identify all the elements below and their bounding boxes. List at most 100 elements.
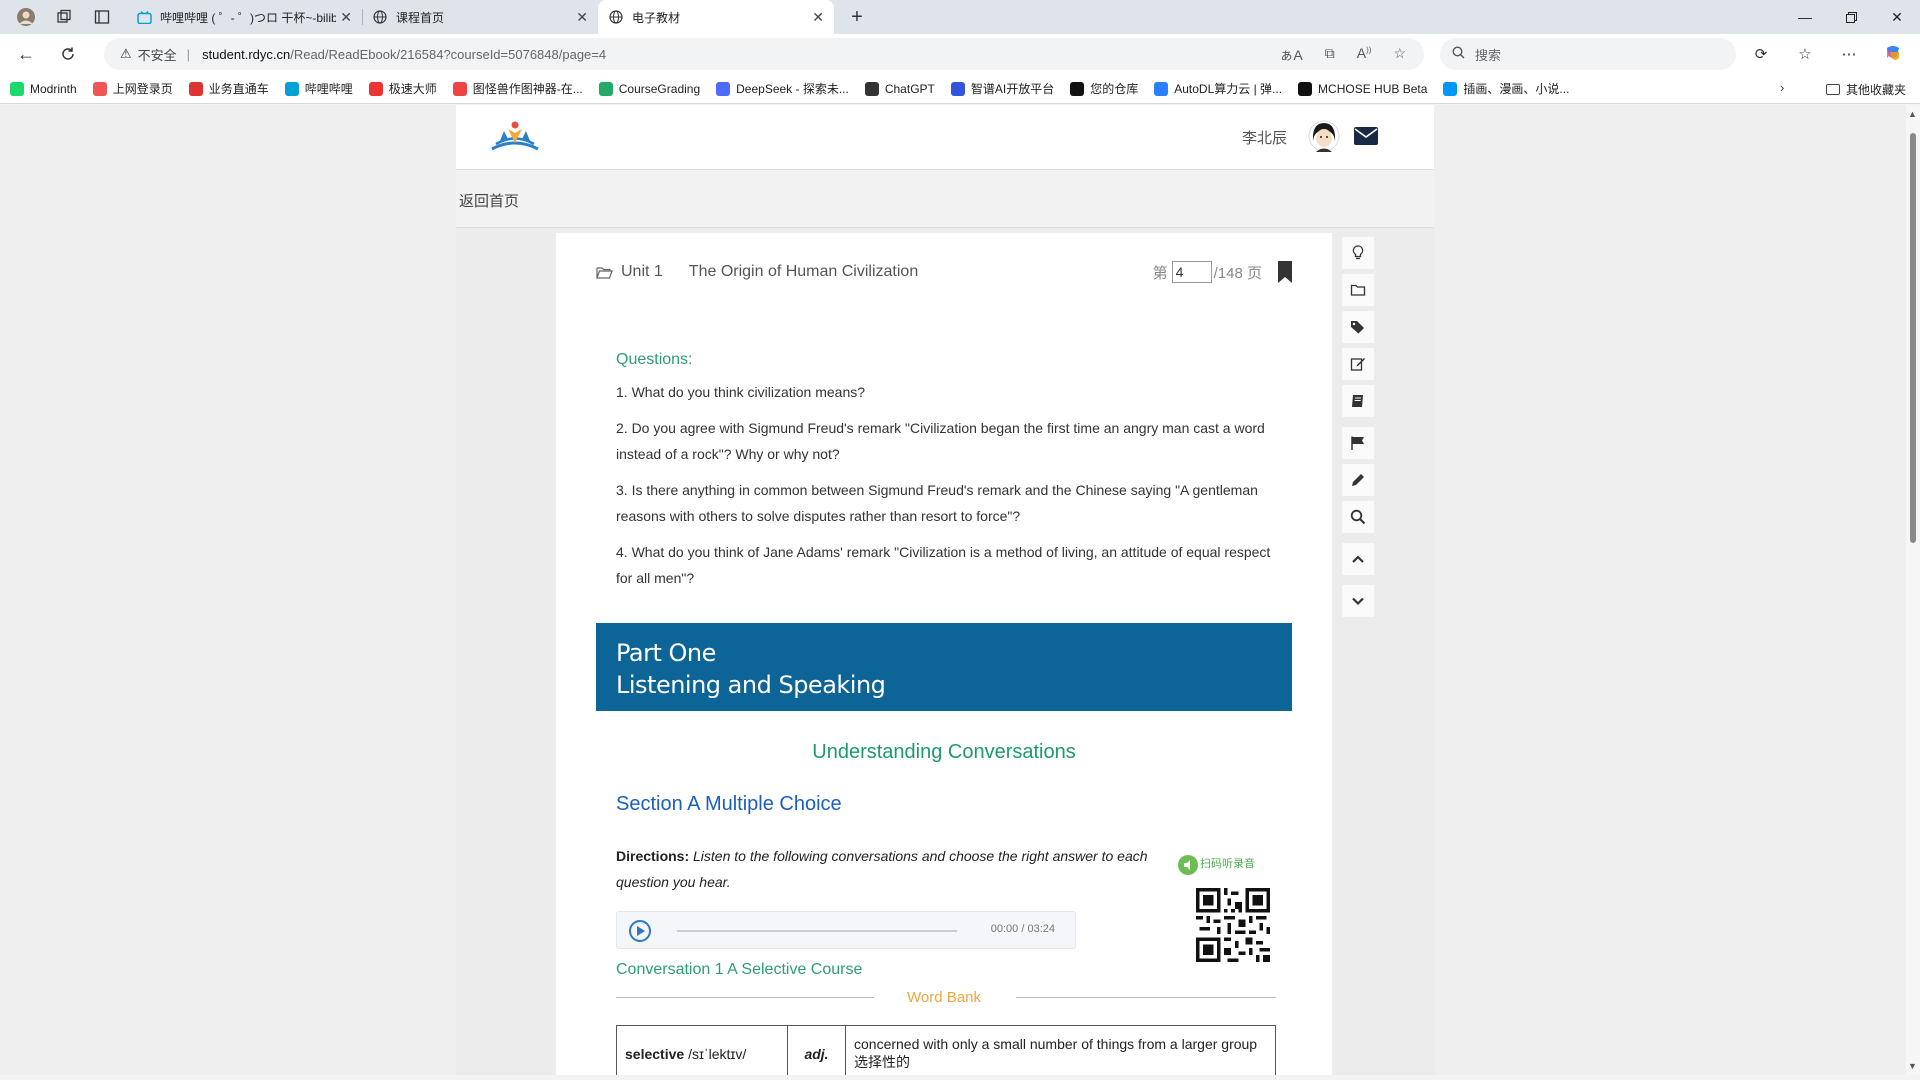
page-number-input[interactable] <box>1171 261 1212 283</box>
play-icon[interactable] <box>629 920 651 942</box>
close-window-icon[interactable]: ✕ <box>1874 0 1920 34</box>
scroll-down-icon[interactable]: ▼ <box>1908 1061 1917 1071</box>
security-label: 不安全 <box>137 47 177 63</box>
url-path: /Read/ReadEbook/216584?courseId=5076848/… <box>290 46 607 62</box>
flag-icon[interactable] <box>1342 427 1374 459</box>
site-header: 李北辰 <box>456 105 1434 170</box>
profile-avatar-icon[interactable] <box>14 5 38 29</box>
bookmark-favicon-icon <box>1154 81 1169 96</box>
close-tab-icon[interactable]: ✕ <box>340 9 352 26</box>
other-bookmarks[interactable]: 其他收藏夹 <box>1825 81 1906 98</box>
ebook-reader: Unit 1 The Origin of Human Civilization … <box>556 233 1332 1075</box>
unit-title: The Origin of Human Civilization <box>688 263 919 280</box>
search-input[interactable]: 搜索 <box>1440 38 1736 70</box>
audio-player: 00:00 / 03:24 <box>616 911 1076 949</box>
back-arrow-icon[interactable]: ← <box>10 38 42 70</box>
bookmark-favicon-icon <box>716 81 731 96</box>
bookmark-item[interactable]: 您的仓库 <box>1070 80 1138 97</box>
url-field[interactable]: ⚠ 不安全 | student.rdyc.cn/Read/ReadEbook/2… <box>104 38 1424 70</box>
chevron-up-icon[interactable] <box>1342 543 1374 575</box>
speaker-icon <box>1178 855 1198 875</box>
bookmark-item[interactable]: DeepSeek - 探索未... <box>716 80 849 97</box>
word-cell: selective /sɪˈlektɪv/ <box>616 1025 788 1075</box>
questions-title: Questions: <box>616 351 693 368</box>
page-scrollbar[interactable]: ▲ ▼ <box>1906 105 1920 1075</box>
tab-ebook[interactable]: 电子教材 ✕ <box>598 0 834 34</box>
bookmark-item[interactable]: 图怪兽作图神器-在... <box>452 80 583 97</box>
workspaces-icon[interactable] <box>52 5 76 29</box>
bookmark-item[interactable]: Modrinth <box>10 81 77 96</box>
restore-icon[interactable] <box>1828 0 1874 34</box>
favorite-star-icon[interactable]: ☆ <box>1393 45 1406 65</box>
tab-actions-icon[interactable] <box>90 5 114 29</box>
bookmark-item[interactable]: 业务直通车 <box>188 80 269 97</box>
extensions-icon[interactable]: ⟳ <box>1746 38 1776 70</box>
tab-course-home[interactable]: 课程首页 ✕ <box>362 0 598 34</box>
tags-icon[interactable] <box>1342 311 1374 343</box>
app-available-icon[interactable]: ⧉ <box>1325 45 1335 65</box>
bookmark-favicon-icon <box>598 81 613 96</box>
mail-icon[interactable] <box>1354 127 1378 145</box>
bookmark-item[interactable]: MCHOSE HUB Beta <box>1298 81 1427 96</box>
back-home-link[interactable]: 返回首页 <box>459 190 519 211</box>
read-aloud-icon[interactable]: A)) <box>1357 45 1372 65</box>
scroll-up-icon[interactable]: ▲ <box>1908 109 1917 119</box>
close-tab-icon[interactable]: ✕ <box>812 9 824 26</box>
audio-progress-bar[interactable] <box>677 930 957 932</box>
page-total: /148 页 <box>1213 264 1262 282</box>
tab-title: 电子教材 <box>632 10 681 25</box>
bookmark-favicon-icon <box>188 81 203 96</box>
word-bank-table: selective /sɪˈlektɪv/ adj. concerned wit… <box>616 1025 1276 1075</box>
favorites-icon[interactable]: ☆ <box>1790 38 1820 70</box>
bookmark-item[interactable]: 极速大师 <box>368 80 437 97</box>
bookmark-item[interactable]: ChatGPT <box>864 81 935 96</box>
bookmark-item[interactable]: 插画、漫画、小说... <box>1443 80 1569 97</box>
page-navigator: 第 /148 页 <box>1153 261 1292 283</box>
questions-block: Questions: 1. What do you think civiliza… <box>616 351 1276 601</box>
search-icon[interactable] <box>1342 501 1374 533</box>
chevron-right-icon[interactable]: › <box>1780 80 1784 95</box>
bookmark-item[interactable]: 哔哩哔哩 <box>284 80 353 97</box>
edit-note-icon[interactable] <box>1342 348 1374 380</box>
chevron-down-icon[interactable] <box>1342 585 1374 617</box>
bookmark-item[interactable]: CourseGrading <box>598 81 700 96</box>
part-subtitle: Listening and Speaking <box>616 671 886 699</box>
folder-icon[interactable] <box>1342 274 1374 306</box>
page-viewport: 李北辰 返回首页 Unit 1 The Origin of Human Civi… <box>0 105 1920 1075</box>
search-icon <box>1452 46 1465 62</box>
bookmark-favicon-icon <box>1298 81 1313 96</box>
more-menu-icon[interactable]: ⋯ <box>1834 38 1864 70</box>
tab-title: 课程首页 <box>396 10 445 25</box>
bookmark-icon[interactable] <box>1278 261 1292 283</box>
scan-to-listen[interactable]: 扫码听录音 <box>1178 843 1255 875</box>
back-bar: 返回首页 <box>456 170 1434 228</box>
user-name[interactable]: 李北辰 <box>1242 127 1287 148</box>
tab-bar: 哔哩哔哩 ( ゜- ゜)つロ 干杯~-bilibi... ✕ 课程首页 ✕ 电子… <box>0 0 1920 34</box>
unit-label: Unit 1 <box>621 263 663 280</box>
scrollbar-thumb[interactable] <box>1910 133 1916 543</box>
bookmark-item[interactable]: AutoDL算力云 | 弹... <box>1154 80 1282 97</box>
bookmark-favicon-icon <box>1070 81 1085 96</box>
lightbulb-icon[interactable] <box>1342 237 1374 269</box>
warning-icon[interactable]: ⚠ <box>120 46 132 62</box>
bookmark-favicon-icon <box>284 81 299 96</box>
close-tab-icon[interactable]: ✕ <box>576 9 588 26</box>
tab-bilibili[interactable]: 哔哩哔哩 ( ゜- ゜)つロ 干杯~-bilibi... ✕ <box>126 0 362 34</box>
new-tab-icon[interactable]: + <box>844 6 870 29</box>
book-icon[interactable] <box>1342 385 1374 417</box>
bookmark-favicon-icon <box>950 81 965 96</box>
site-logo[interactable] <box>488 119 542 155</box>
part-banner: Part One Listening and Speaking <box>596 623 1292 711</box>
url-host: student.rdyc.cn <box>202 46 291 62</box>
copilot-icon[interactable] <box>1878 38 1908 70</box>
bookmark-item[interactable]: 上网登录页 <box>92 80 173 97</box>
sub-heading: Understanding Conversations <box>812 741 1076 763</box>
bookmark-favicon-icon <box>10 81 24 96</box>
refresh-icon[interactable] <box>52 38 84 70</box>
pencil-icon[interactable] <box>1342 464 1374 496</box>
bookmark-item[interactable]: 智谱AI开放平台 <box>950 80 1054 97</box>
bilibili-icon <box>136 9 152 25</box>
avatar[interactable] <box>1308 119 1340 153</box>
minimize-icon[interactable]: — <box>1782 0 1828 34</box>
translate-icon[interactable]: ぁA <box>1279 45 1302 65</box>
